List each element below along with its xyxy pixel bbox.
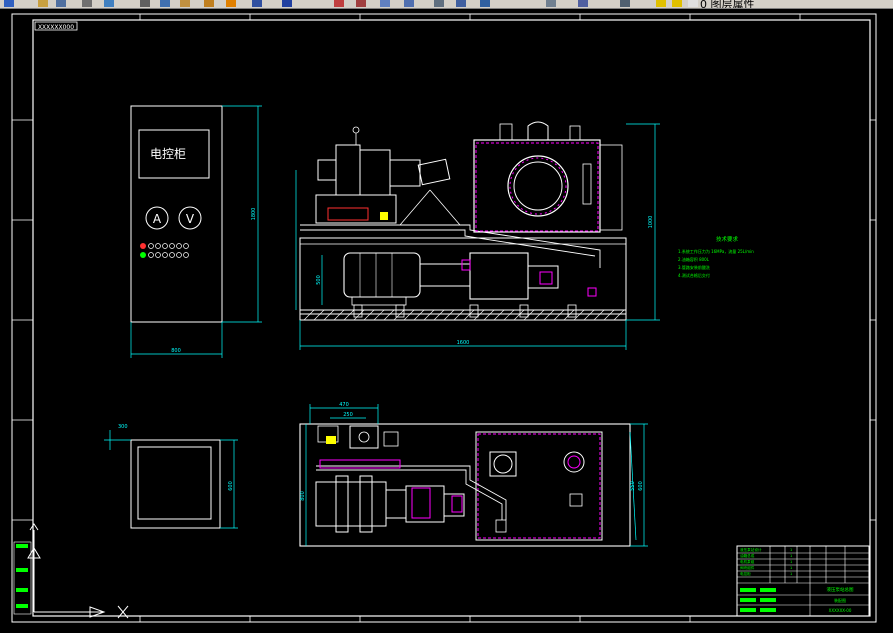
save-icon[interactable]	[56, 0, 66, 7]
sun-icon[interactable]	[672, 0, 682, 7]
print-icon[interactable]	[82, 0, 92, 7]
tb-title: 液压泵站总图	[827, 586, 854, 593]
tech-note-3: 3.管路安装前酸洗	[678, 264, 710, 270]
outer-sheet-frame	[11, 13, 877, 623]
ammeter-label: A	[153, 212, 162, 226]
pan-icon[interactable]	[252, 0, 262, 7]
title-block: 液压泵站设计 1 油箱总成 1 电机泵组 1 阀块组件 1 电控柜 1 液压泵站…	[736, 545, 870, 617]
tb-row-3-qty: 1	[790, 560, 792, 564]
undo-icon[interactable]	[226, 0, 236, 7]
zone-ticks	[12, 14, 876, 622]
match-properties-icon[interactable]	[204, 0, 214, 7]
motor-height-dim: 500	[316, 275, 322, 285]
layer-control-icon[interactable]	[620, 0, 630, 7]
tank-height-dim: 1000	[648, 216, 654, 229]
oil-tank	[473, 139, 601, 233]
tech-title: 技术要求	[716, 235, 739, 243]
title-block-signature-cells	[740, 588, 776, 612]
plan-dim-top2: 250	[343, 412, 353, 418]
cut-icon[interactable]	[140, 0, 150, 7]
small-box-dim-right: 600	[228, 481, 234, 491]
layer-manager-icon[interactable]	[546, 0, 556, 7]
tb-row-5-qty: 1	[790, 572, 792, 576]
drawing-canvas[interactable]: XXXXXX000 电控柜 A V 1800 800 300 600 1600 …	[0, 8, 893, 625]
calculator-icon[interactable]	[456, 0, 466, 7]
cabinet-label: 电控柜	[150, 147, 186, 161]
tb-row-5-name: 电控柜	[740, 571, 751, 576]
technical-requirements: 技术要求 1.系统工作压力为 16MPa，流量 25L/min 2.油箱容积 8…	[678, 235, 754, 278]
preview-icon[interactable]	[104, 0, 114, 7]
plan-dim-right: 600	[638, 481, 644, 491]
control-cabinet-front: 电控柜 A V 1800 800	[130, 105, 262, 358]
tech-note-4: 4.测试合格后交付	[678, 272, 710, 278]
cabinet-height-dim: 1800	[251, 208, 257, 221]
tb-row-2-qty: 1	[790, 554, 792, 558]
tb-row-2-name: 油箱总成	[740, 553, 755, 558]
new-file-icon[interactable]	[4, 0, 14, 7]
voltmeter-label: V	[186, 212, 195, 226]
indicator-lights	[140, 243, 189, 258]
plan-dim-right2: 550	[630, 481, 636, 491]
plan-dim-top: 470	[339, 402, 349, 408]
tb-row-1-name: 液压泵站设计	[740, 547, 762, 552]
tech-note-2: 2.油箱容积 800L	[678, 256, 710, 262]
base-length-dim: 1600	[457, 340, 470, 346]
pump-station-plan: 470 250 800 600 550	[299, 402, 648, 547]
drawing-number-tag: XXXXXX000	[38, 24, 74, 31]
zoom-window-icon[interactable]	[334, 0, 344, 7]
help-icon[interactable]	[480, 0, 490, 7]
plan-dim-left: 800	[300, 491, 306, 501]
tb-row-4-qty: 1	[790, 566, 792, 570]
status-bar	[0, 625, 893, 633]
layer-state-icon[interactable]	[578, 0, 588, 7]
tool-palette-icon[interactable]	[434, 0, 444, 7]
revision-strip	[13, 541, 32, 615]
tb-subtitle: 装配图	[834, 597, 846, 603]
design-center-icon[interactable]	[404, 0, 414, 7]
properties-icon[interactable]	[380, 0, 390, 7]
tb-row-1-qty: 1	[790, 548, 792, 552]
inner-sheet-frame	[32, 19, 871, 617]
open-file-icon[interactable]	[38, 0, 48, 7]
copy-icon[interactable]	[160, 0, 170, 7]
motor	[343, 252, 421, 298]
tb-row-3-name: 电机泵组	[740, 559, 755, 564]
tb-row-4-name: 阀块组件	[740, 565, 755, 570]
paste-icon[interactable]	[180, 0, 190, 7]
cabinet-width-dim: 800	[171, 348, 181, 354]
lightbulb-icon[interactable]	[656, 0, 666, 7]
zoom-previous-icon[interactable]	[356, 0, 366, 7]
tech-note-1: 1.系统工作压力为 16MPa，流量 25L/min	[678, 248, 754, 254]
lock-icon[interactable]	[688, 0, 698, 7]
ucs-icon	[27, 523, 129, 619]
control-cabinet-top: 300 600	[104, 424, 238, 529]
small-box-dim-top: 300	[118, 424, 128, 430]
pump-station-elevation: 1600 1000 500	[295, 121, 660, 350]
zoom-realtime-icon[interactable]	[282, 0, 292, 7]
tb-drawing-no: XXXXXX-00	[829, 608, 852, 613]
